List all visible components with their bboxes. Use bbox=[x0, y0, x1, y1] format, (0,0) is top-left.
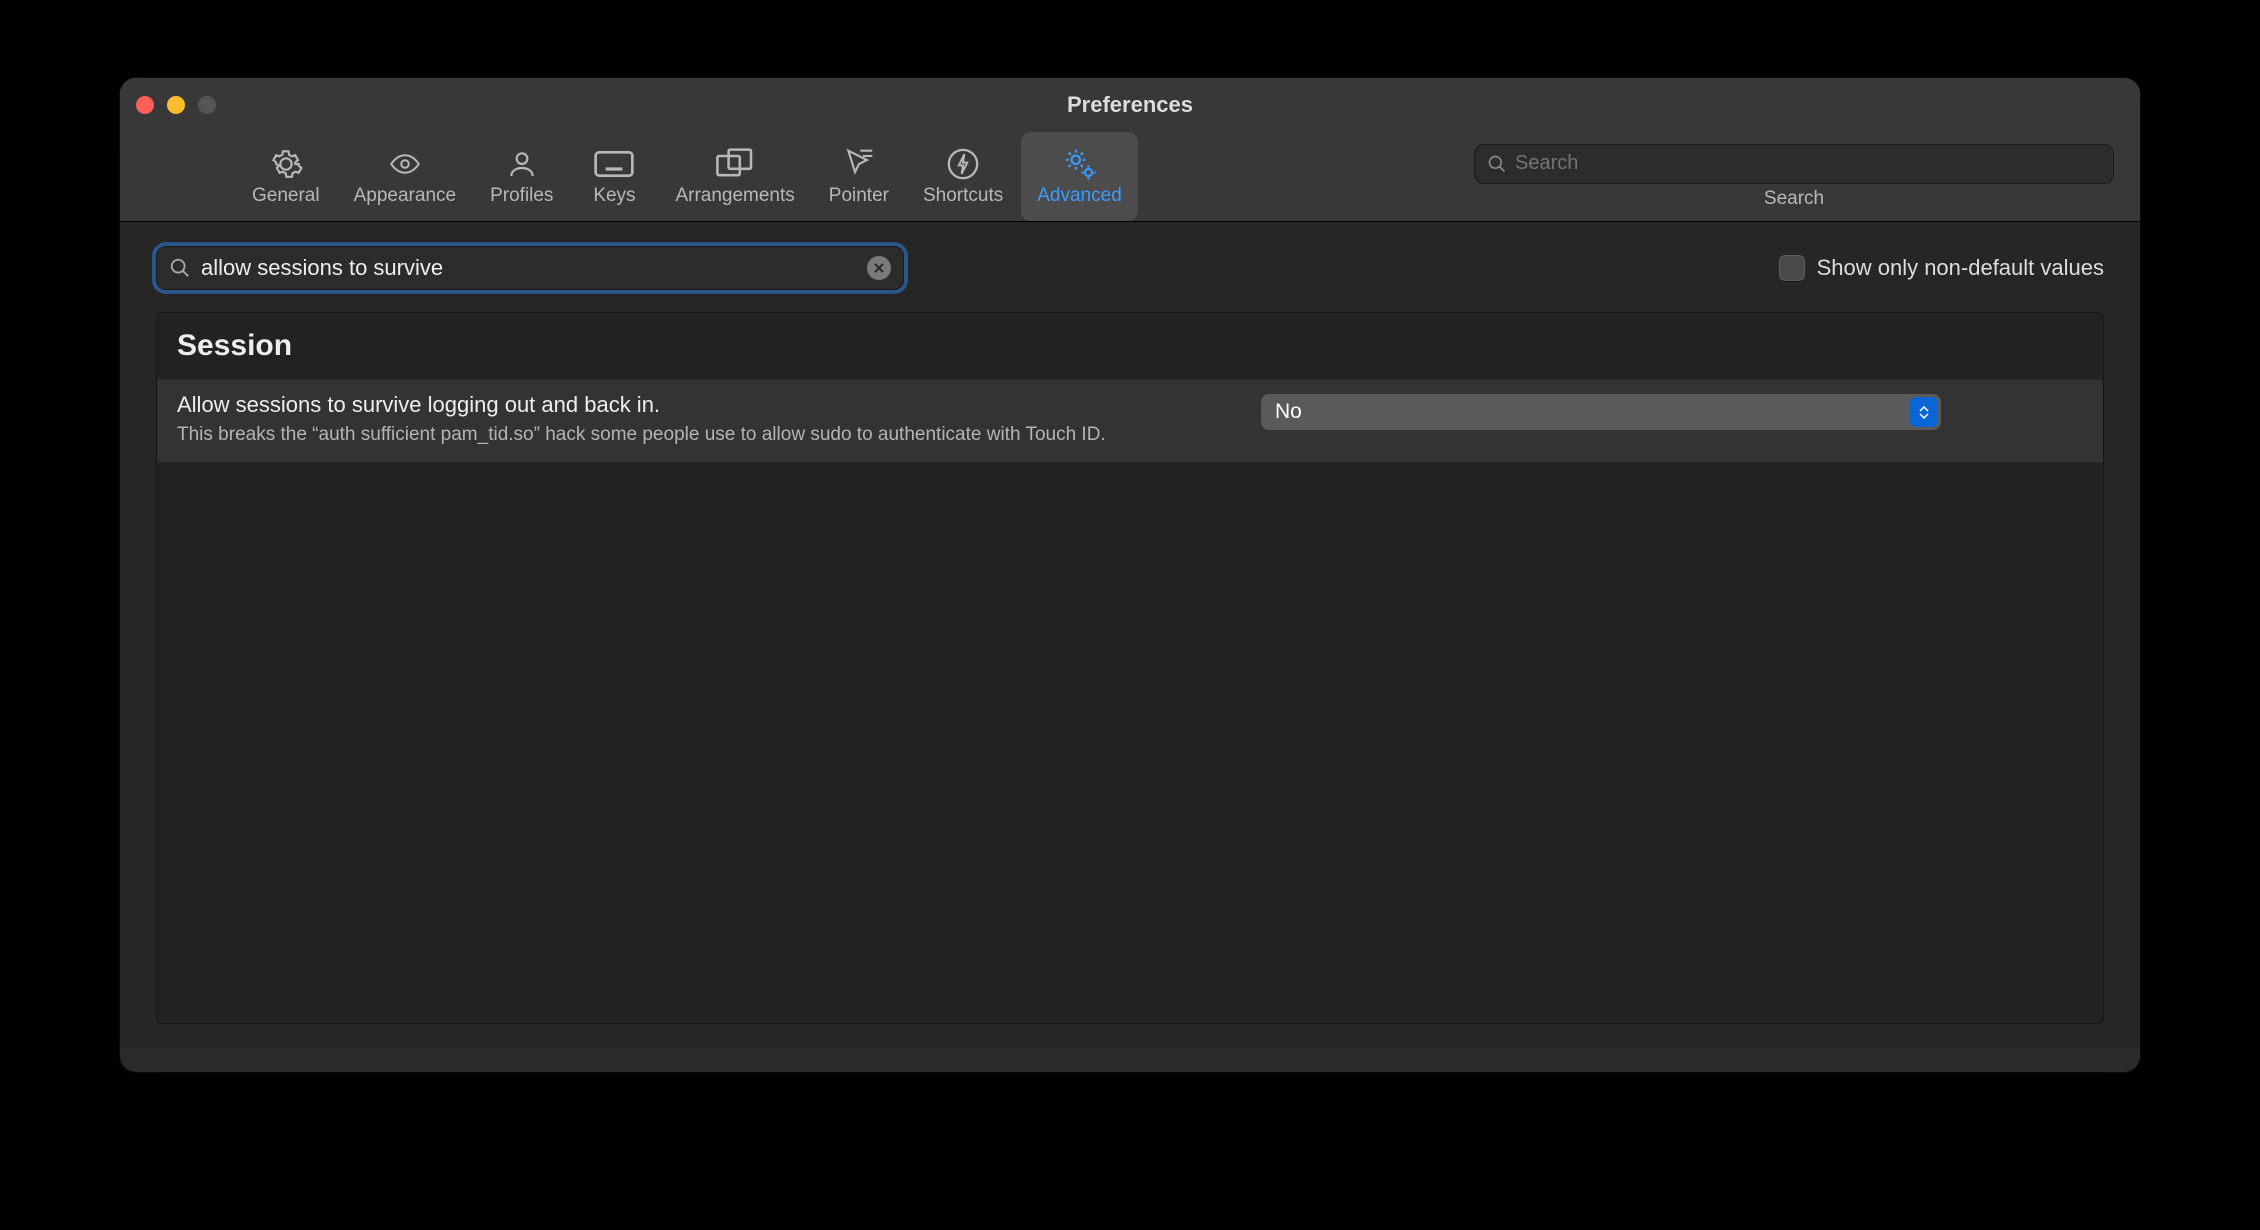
filter-bar: Show only non-default values bbox=[156, 246, 2104, 290]
search-icon bbox=[169, 257, 191, 279]
titlebar: Preferences bbox=[120, 78, 2140, 132]
tab-label: General bbox=[252, 185, 320, 207]
zoom-button[interactable] bbox=[198, 96, 216, 114]
filter-search-input[interactable] bbox=[201, 255, 857, 281]
section-header: Session bbox=[157, 313, 2103, 379]
toolbar-search-input[interactable] bbox=[1515, 152, 2101, 175]
tab-label: Arrangements bbox=[675, 185, 794, 207]
bolt-circle-icon bbox=[942, 146, 984, 182]
show-non-default-row[interactable]: Show only non-default values bbox=[1779, 255, 2104, 281]
tab-shortcuts[interactable]: Shortcuts bbox=[907, 132, 1019, 221]
setting-description: This breaks the “auth sufficient pam_tid… bbox=[177, 422, 1237, 448]
window-title: Preferences bbox=[120, 92, 2140, 118]
setting-select[interactable]: No bbox=[1261, 394, 1941, 430]
close-button[interactable] bbox=[136, 96, 154, 114]
tab-label: Keys bbox=[593, 185, 635, 207]
select-value: No bbox=[1275, 400, 1302, 424]
toolbar-search-label: Search bbox=[1764, 188, 1824, 210]
eye-icon bbox=[384, 146, 426, 182]
toolbar-search: Search bbox=[1464, 132, 2124, 221]
gears-icon bbox=[1059, 146, 1101, 182]
minimize-button[interactable] bbox=[167, 96, 185, 114]
person-icon bbox=[501, 146, 543, 182]
tab-label: Advanced bbox=[1037, 185, 1122, 207]
tab-appearance[interactable]: Appearance bbox=[338, 132, 472, 221]
tab-keys[interactable]: Keys bbox=[571, 132, 657, 221]
tab-general[interactable]: General bbox=[236, 132, 336, 221]
select-arrows-icon bbox=[1910, 397, 1938, 427]
window-controls bbox=[136, 96, 216, 114]
tab-pointer[interactable]: Pointer bbox=[813, 132, 905, 221]
tab-advanced[interactable]: Advanced bbox=[1021, 132, 1138, 221]
content-area: Show only non-default values Session All… bbox=[120, 222, 2140, 1048]
clear-search-button[interactable] bbox=[867, 256, 891, 280]
tab-label: Shortcuts bbox=[923, 185, 1003, 207]
settings-panel: Session Allow sessions to survive loggin… bbox=[156, 312, 2104, 1024]
gear-icon bbox=[265, 146, 307, 182]
toolbar-search-field[interactable] bbox=[1474, 144, 2114, 184]
tab-label: Appearance bbox=[354, 185, 456, 207]
cursor-icon bbox=[838, 146, 880, 182]
show-non-default-label: Show only non-default values bbox=[1817, 255, 2104, 281]
tab-profiles[interactable]: Profiles bbox=[474, 132, 569, 221]
setting-text: Allow sessions to survive logging out an… bbox=[177, 392, 1237, 448]
tab-label: Profiles bbox=[490, 185, 553, 207]
tab-label: Pointer bbox=[829, 185, 889, 207]
setting-title: Allow sessions to survive logging out an… bbox=[177, 392, 1237, 418]
preferences-window: Preferences General Appearance Profiles bbox=[120, 78, 2140, 1072]
setting-row: Allow sessions to survive logging out an… bbox=[157, 379, 2103, 463]
filter-search-field[interactable] bbox=[156, 246, 904, 290]
toolbar-tabs: General Appearance Profiles Keys bbox=[236, 132, 1138, 221]
tab-arrangements[interactable]: Arrangements bbox=[659, 132, 810, 221]
toolbar: General Appearance Profiles Keys bbox=[120, 132, 2140, 222]
keyboard-icon bbox=[593, 146, 635, 182]
windows-icon bbox=[714, 146, 756, 182]
show-non-default-checkbox[interactable] bbox=[1779, 255, 1805, 281]
search-icon bbox=[1487, 154, 1507, 174]
